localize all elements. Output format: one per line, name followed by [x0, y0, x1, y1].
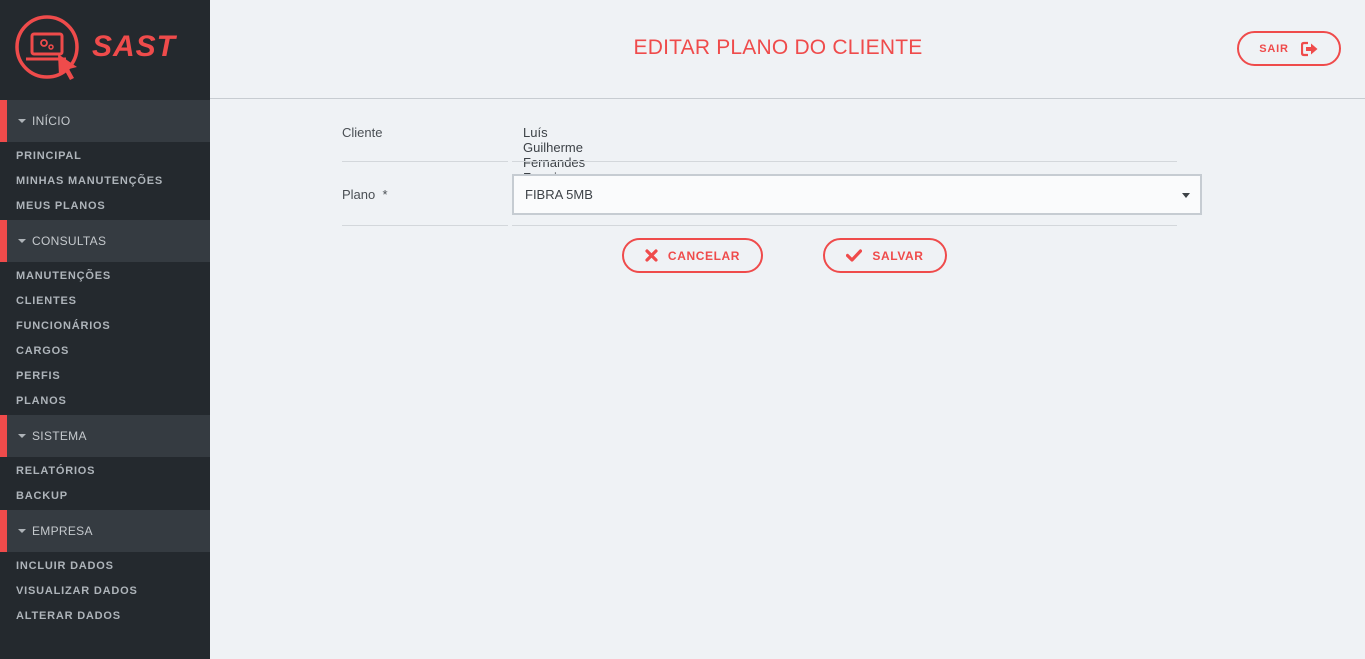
- sidebar: SAST INÍCIO PRINCIPAL MINHAS MANUTENÇÕES…: [0, 0, 210, 659]
- section-title: SISTEMA: [32, 429, 87, 443]
- section-inicio[interactable]: INÍCIO: [0, 100, 210, 142]
- sidebar-item-planos[interactable]: PLANOS: [0, 389, 210, 414]
- section-accent: [0, 100, 7, 142]
- sidebar-item-visualizar-dados[interactable]: VISUALIZAR DADOS: [0, 579, 210, 604]
- sidebar-item-clientes[interactable]: CLIENTES: [0, 289, 210, 314]
- caret-down-icon: [18, 434, 26, 438]
- sidebar-item-alterar-dados[interactable]: ALTERAR DADOS: [0, 604, 210, 629]
- menu-list-empresa: INCLUIR DADOS VISUALIZAR DADOS ALTERAR D…: [0, 552, 210, 630]
- check-icon: [846, 249, 863, 262]
- section-accent: [0, 415, 7, 457]
- sidebar-item-cargos[interactable]: CARGOS: [0, 339, 210, 364]
- plan-select-value: FIBRA 5MB: [525, 187, 593, 202]
- caret-down-icon: [18, 119, 26, 123]
- section-accent: [0, 510, 7, 552]
- menu-list-consultas: MANUTENÇÕES CLIENTES FUNCIONÁRIOS CARGOS…: [0, 262, 210, 415]
- laptop-cursor-icon: [15, 15, 79, 80]
- logout-label: SAIR: [1259, 42, 1289, 55]
- section-empresa[interactable]: EMPRESA: [0, 510, 210, 552]
- sidebar-item-relatorios[interactable]: RELATÓRIOS: [0, 459, 210, 484]
- save-label: SALVAR: [872, 248, 924, 263]
- caret-down-icon: [18, 239, 26, 243]
- client-label: Cliente: [342, 125, 383, 140]
- section-title: INÍCIO: [32, 114, 71, 128]
- sidebar-item-backup[interactable]: BACKUP: [0, 484, 210, 509]
- menu-list-sistema: RELATÓRIOS BACKUP: [0, 457, 210, 510]
- section-consultas[interactable]: CONSULTAS: [0, 220, 210, 262]
- sign-out-icon: [1300, 41, 1318, 56]
- cancel-label: CANCELAR: [667, 248, 741, 263]
- divider: [342, 161, 508, 162]
- sidebar-item-perfis[interactable]: PERFIS: [0, 364, 210, 389]
- section-sistema[interactable]: SISTEMA: [0, 415, 210, 457]
- sidebar-item-manutencoes[interactable]: MANUTENÇÕES: [0, 264, 210, 289]
- divider: [512, 225, 1177, 226]
- logout-button[interactable]: SAIR: [1237, 31, 1341, 66]
- sidebar-item-minhas-manutencoes[interactable]: MINHAS MANUTENÇÕES: [0, 169, 210, 194]
- header: EDITAR PLANO DO CLIENTE SAIR: [210, 0, 1365, 99]
- sidebar-item-incluir-dados[interactable]: INCLUIR DADOS: [0, 554, 210, 579]
- brand-name: SAST: [92, 30, 177, 63]
- plan-label: Plano *: [342, 187, 388, 202]
- dropdown-caret-icon: [1182, 193, 1190, 198]
- logo[interactable]: SAST: [0, 0, 210, 100]
- divider: [342, 225, 508, 226]
- save-button[interactable]: SALVAR: [823, 238, 947, 273]
- section-title: EMPRESA: [32, 524, 93, 538]
- menu-list-inicio: PRINCIPAL MINHAS MANUTENÇÕES MEUS PLANOS: [0, 142, 210, 220]
- divider: [512, 161, 1177, 162]
- sidebar-item-meus-planos[interactable]: MEUS PLANOS: [0, 194, 210, 219]
- section-title: CONSULTAS: [32, 234, 107, 248]
- section-accent: [0, 220, 7, 262]
- caret-down-icon: [18, 529, 26, 533]
- x-icon: [645, 249, 658, 262]
- sidebar-item-principal[interactable]: PRINCIPAL: [0, 144, 210, 169]
- sidebar-item-funcionarios[interactable]: FUNCIONÁRIOS: [0, 314, 210, 339]
- page-title: EDITAR PLANO DO CLIENTE: [633, 36, 923, 59]
- plan-select[interactable]: FIBRA 5MB: [512, 174, 1202, 215]
- cancel-button[interactable]: CANCELAR: [622, 238, 763, 273]
